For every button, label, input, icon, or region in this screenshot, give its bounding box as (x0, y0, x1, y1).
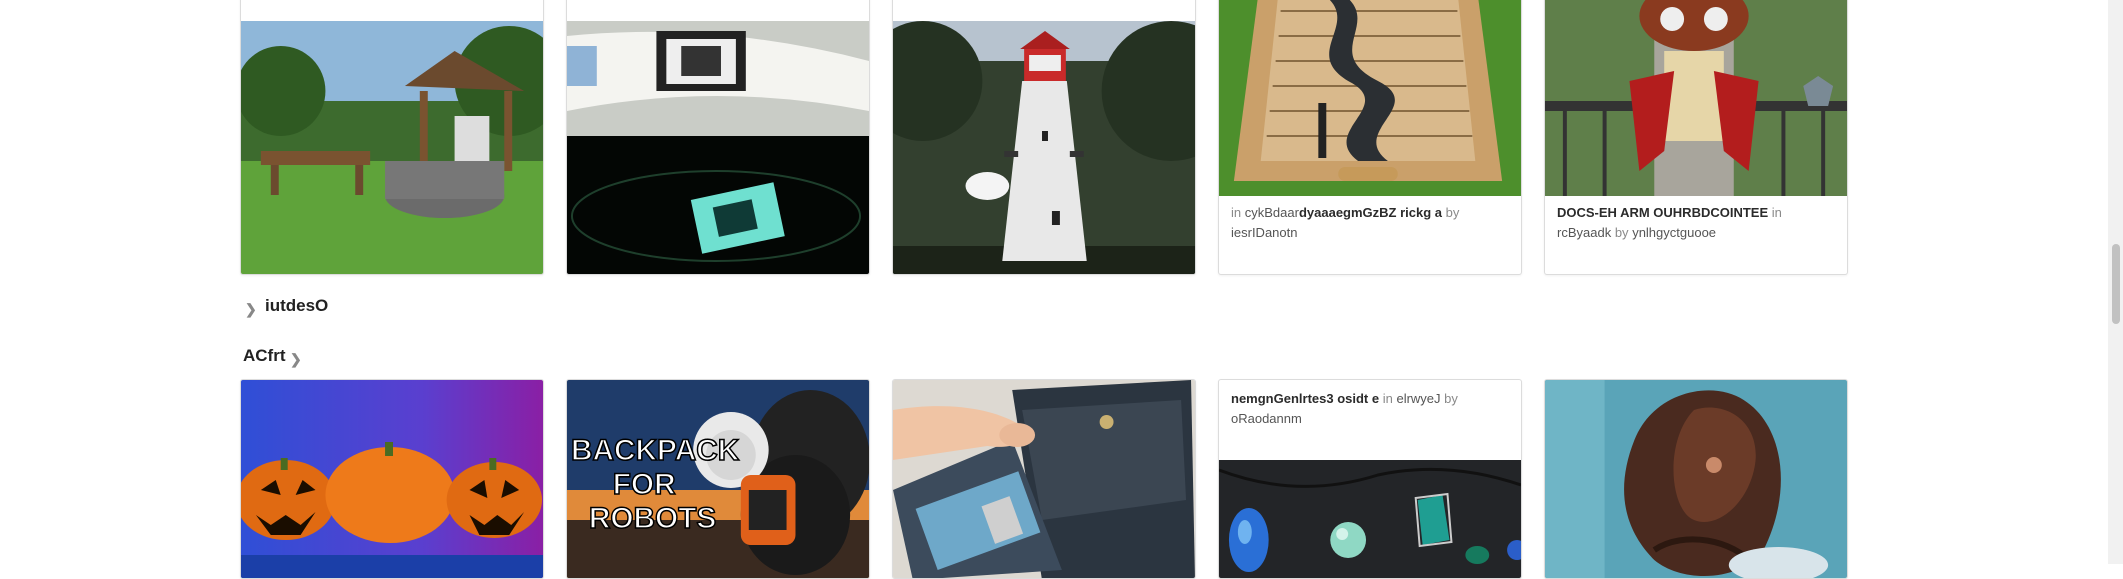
caption-in-label: in (1382, 391, 1393, 406)
project-card[interactable] (1544, 379, 1848, 579)
author-link[interactable]: oRaodannm (1231, 411, 1302, 426)
project-image[interactable] (1545, 0, 1847, 196)
project-title[interactable]: dyaaaegmGzBZ rickg a (1299, 205, 1442, 220)
project-caption: in cykBdaardyaaaegmGzBZ rickg a by iesrI… (1231, 203, 1511, 243)
caption-in-label: in (1231, 205, 1242, 220)
project-image[interactable] (1219, 460, 1521, 578)
project-card[interactable]: nemgnGenlrtes3 osidt e in elrwyeJ by oRa… (1218, 379, 1522, 579)
project-card[interactable] (566, 0, 870, 275)
project-card[interactable] (892, 379, 1196, 579)
category-link[interactable]: rcByaadk (1557, 225, 1611, 240)
project-card[interactable]: in cykBdaardyaaaegmGzBZ rickg a by iesrI… (1218, 0, 1522, 275)
overlay-text-line: BACKPACK (571, 434, 740, 467)
project-image[interactable] (893, 21, 1195, 274)
category-link[interactable]: elrwyeJ (1396, 391, 1440, 406)
scrollbar-thumb[interactable] (2112, 244, 2120, 324)
project-card[interactable]: BACKPACK FOR ROBOTS (566, 379, 870, 579)
project-card[interactable]: DOCS-EH ARM OUHRBDCOINTEE in rcByaadk by… (1544, 0, 1848, 275)
project-image[interactable] (893, 380, 1195, 578)
project-image[interactable] (241, 21, 543, 274)
project-image[interactable] (1545, 380, 1847, 578)
project-card[interactable] (892, 0, 1196, 275)
project-image[interactable] (1219, 0, 1521, 196)
chevron-right-icon[interactable]: ❯ (245, 301, 257, 318)
project-title[interactable]: nemgnGenlrtes3 osidt e (1231, 391, 1379, 406)
project-image[interactable] (567, 21, 869, 274)
project-image[interactable]: BACKPACK FOR ROBOTS (567, 380, 869, 578)
project-title[interactable]: DOCS-EH ARM OUHRBDCOINTEE (1557, 205, 1768, 220)
overlay-text-line: ROBOTS (589, 502, 716, 535)
chevron-right-icon[interactable]: ❯ (290, 351, 302, 368)
overlay-text-line: FOR (613, 468, 676, 501)
project-card[interactable] (240, 379, 544, 579)
caption-in-label: in (1771, 205, 1782, 220)
category-link[interactable]: cykBdaar (1245, 205, 1299, 220)
author-link[interactable]: iesrIDanotn (1231, 225, 1297, 240)
caption-by-label: by (1444, 391, 1458, 406)
caption-by-label: by (1445, 205, 1460, 220)
caption-by-label: by (1614, 225, 1629, 240)
project-caption: nemgnGenlrtes3 osidt e in elrwyeJ by oRa… (1231, 389, 1511, 429)
project-card[interactable] (240, 0, 544, 275)
vertical-scrollbar[interactable] (2108, 0, 2123, 564)
section-title-outside[interactable]: iutdesO (265, 296, 328, 316)
author-link[interactable]: ynlhgyctguooe (1632, 225, 1716, 240)
section-title-craft[interactable]: ACfrt (243, 346, 286, 366)
project-image[interactable] (241, 380, 543, 578)
project-caption: DOCS-EH ARM OUHRBDCOINTEE in rcByaadk by… (1557, 203, 1837, 243)
